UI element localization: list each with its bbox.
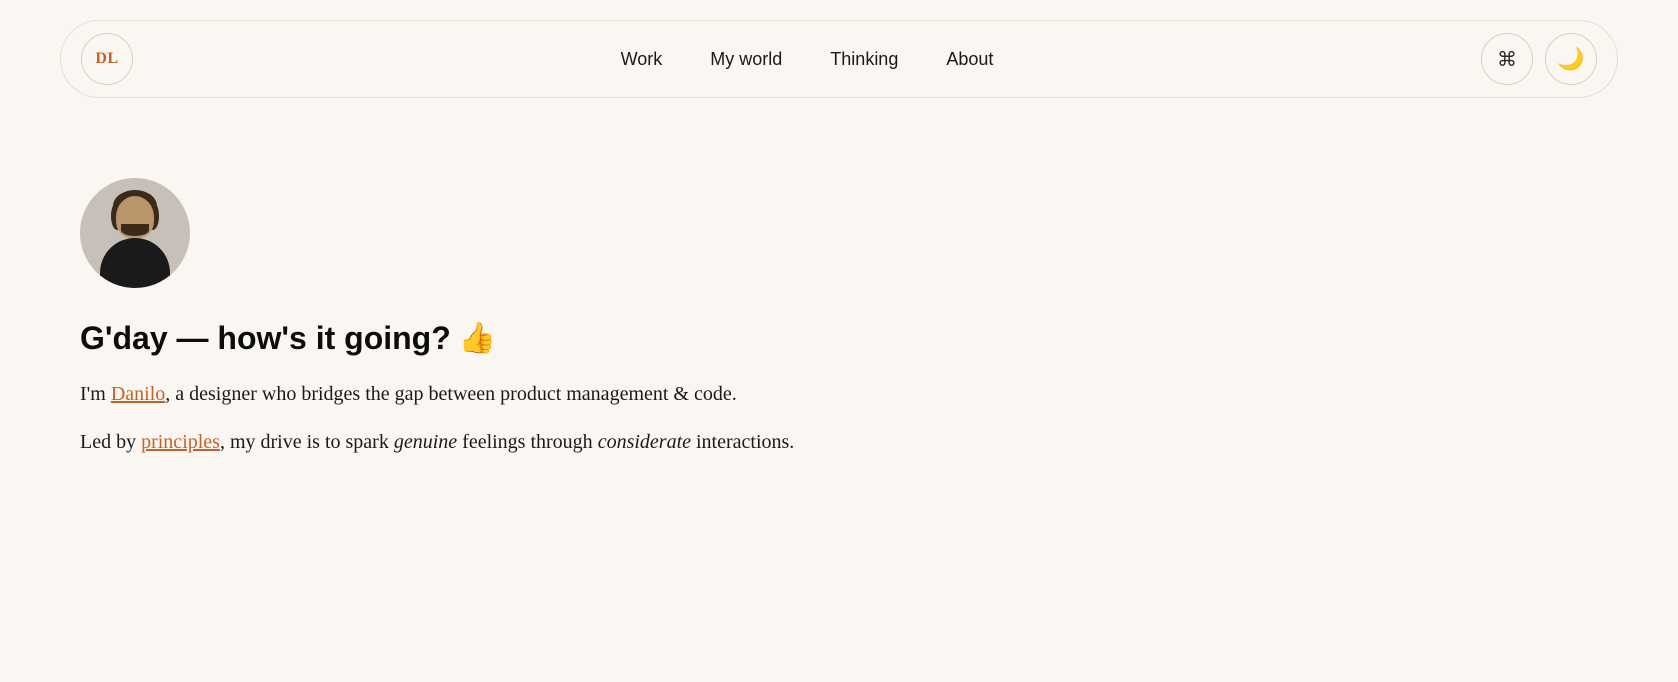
intro-before-name: I'm [80, 383, 111, 405]
logo-badge[interactable]: DL [81, 33, 133, 85]
intro-considerate: considerate [598, 431, 691, 453]
danilo-link[interactable]: Danilo [111, 383, 165, 405]
intro-genuine: genuine [394, 431, 457, 453]
avatar-container [80, 178, 1598, 288]
avatar [80, 178, 190, 288]
navbar: DL Work My world Thinking About ⌘ 🌙 [60, 20, 1618, 98]
intro-led-by: Led by [80, 431, 141, 453]
command-button[interactable]: ⌘ [1481, 33, 1533, 85]
nav-link-work[interactable]: Work [621, 49, 663, 70]
intro-after-name: , a designer who bridges the gap between… [165, 383, 736, 405]
intro-end: interactions. [691, 431, 794, 453]
greeting-emoji: 👍 [459, 321, 496, 356]
nav-link-thinking[interactable]: Thinking [830, 49, 898, 70]
nav-actions: ⌘ 🌙 [1481, 33, 1597, 85]
avatar-image [80, 178, 190, 288]
greeting-heading: G'day — how's it going? 👍 [80, 320, 1598, 357]
nav-links: Work My world Thinking About [621, 49, 994, 70]
page-wrapper: DL Work My world Thinking About ⌘ 🌙 [0, 0, 1678, 493]
nav-link-my-world[interactable]: My world [710, 49, 782, 70]
avatar-beard [121, 224, 149, 236]
intro-paragraph-1: I'm Danilo, a designer who bridges the g… [80, 377, 1598, 411]
principles-link[interactable]: principles [141, 431, 220, 453]
intro-paragraph-2: Led by principles, my drive is to spark … [80, 425, 1598, 459]
intro-through: feelings through [457, 431, 598, 453]
avatar-body [100, 238, 170, 288]
dark-mode-button[interactable]: 🌙 [1545, 33, 1597, 85]
greeting-text: G'day — how's it going? [80, 320, 451, 357]
moon-icon: 🌙 [1557, 46, 1584, 72]
nav-link-about[interactable]: About [946, 49, 993, 70]
intro-spark: , my drive is to spark [220, 431, 394, 453]
main-content: G'day — how's it going? 👍 I'm Danilo, a … [60, 178, 1618, 459]
